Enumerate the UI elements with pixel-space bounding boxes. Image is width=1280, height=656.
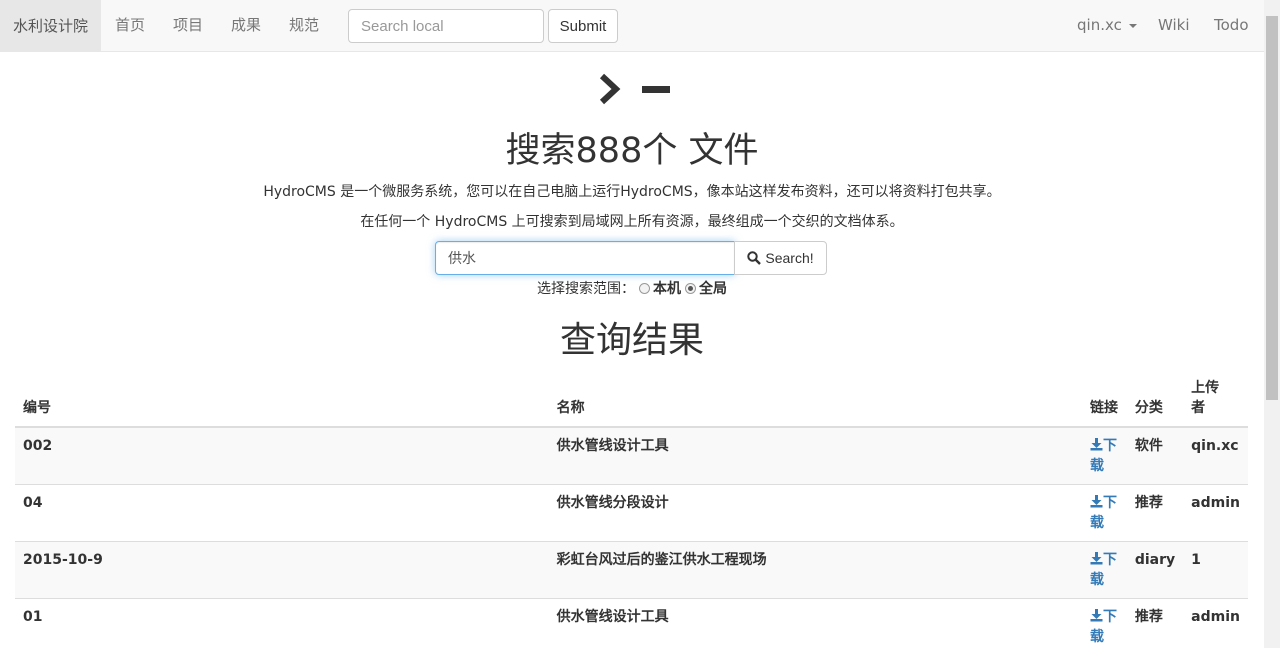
header-id: 编号 [15,378,549,428]
nav-link-projects[interactable]: 项目 [173,0,203,51]
row-category: 推荐 [1126,484,1184,542]
caret-down-icon [1128,23,1137,28]
user-name: qin.xc [1077,16,1122,34]
download-link[interactable]: 下载 [1090,438,1117,474]
row-id: 2015-10-9 [15,541,549,599]
table-row: 01 供水管线设计工具 下载 推荐 admin [15,598,1248,656]
header-name: 名称 [548,378,1082,428]
scope-global-label: 全局 [699,281,727,297]
download-link[interactable]: 下载 [1090,609,1117,645]
download-label-1: 下 [1103,438,1117,454]
brand-link[interactable]: 水利设计院 [0,0,101,51]
download-label-2: 载 [1090,458,1104,474]
row-name: 彩虹台风过后的鉴江供水工程现场 [548,541,1082,599]
user-menu-dropdown[interactable]: qin.xc [1077,0,1137,51]
scope-label: 选择搜索范围： [537,281,635,297]
table-row: 002 供水管线设计工具 下载 软件 qin.xc [15,426,1248,485]
table-row: 2015-10-9 彩虹台风过后的鉴江供水工程现场 下载 diary 1 [15,541,1248,599]
submit-button[interactable]: Submit [548,9,618,43]
terminal-icon [599,73,670,105]
header-category: 分类 [1126,378,1184,428]
download-label-1: 下 [1103,495,1117,511]
results-title: 查询结果 [559,320,704,361]
download-label-1: 下 [1103,609,1117,625]
row-link-cell: 下载 [1082,541,1127,599]
header-uploader-line-1: 上传 [1191,380,1220,396]
row-uploader: admin [1183,484,1248,542]
nav-link-results[interactable]: 成果 [231,0,261,51]
download-label-2: 载 [1090,515,1104,531]
hero-search-input[interactable] [435,241,735,275]
download-icon [1090,609,1103,622]
row-name: 供水管线分段设计 [548,484,1082,542]
table-row: 04 供水管线分段设计 下载 推荐 admin [15,484,1248,542]
nav-link-wiki[interactable]: Wiki [1158,0,1190,51]
hero-description-2: 在任何一个 HydroCMS 上可搜索到局域网上所有资源，最终组成一个交织的文档… [360,214,904,230]
download-label-1: 下 [1103,552,1117,568]
row-link-cell: 下载 [1082,426,1127,485]
download-link[interactable]: 下载 [1090,495,1117,531]
scope-selector: 选择搜索范围： 本机 全局 [0,278,1264,298]
row-category: diary [1126,541,1184,599]
row-uploader: 1 [1183,541,1248,599]
hero-description: HydroCMS 是一个微服务系统，您可以在自己电脑上运行HydroCMS，像本… [263,184,1001,200]
header-uploader: 上传者 [1183,378,1248,428]
table-header-row: 编号 名称 链接 分类 上传者 [15,378,1248,428]
scope-global-radio[interactable] [685,283,696,294]
row-id: 002 [15,426,549,485]
scope-local-label: 本机 [653,281,681,297]
row-uploader: admin [1183,598,1248,656]
search-local-input[interactable] [348,9,544,43]
row-category: 软件 [1126,426,1184,485]
row-id: 01 [15,598,549,656]
results-table: 编号 名称 链接 分类 上传者 002 供水管线设计工具 下载 软件 qin.x… [15,378,1248,656]
row-uploader: qin.xc [1183,426,1248,485]
header-uploader-line-2: 者 [1191,400,1206,416]
download-icon [1090,495,1103,508]
row-link-cell: 下载 [1082,484,1127,542]
hero-title: 搜索888个 文件 [505,131,759,171]
search-icon [747,251,762,265]
download-icon [1090,438,1103,451]
nav-link-home[interactable]: 首页 [115,0,145,51]
download-label-2: 载 [1090,629,1104,645]
download-link[interactable]: 下载 [1090,552,1117,588]
hero-search-button[interactable]: Search! [734,241,827,275]
row-name: 供水管线设计工具 [548,598,1082,656]
download-icon [1090,552,1103,565]
row-link-cell: 下载 [1082,598,1127,656]
row-category: 推荐 [1126,598,1184,656]
nav-link-todo[interactable]: Todo [1214,0,1249,51]
download-label-2: 载 [1090,572,1104,588]
navbar: 水利设计院 首页 项目 成果 规范 Submit qin.xc Wiki Tod… [0,0,1264,52]
hero-search-button-label: Search! [765,250,814,266]
scope-local-radio[interactable] [639,283,650,294]
row-id: 04 [15,484,549,542]
header-link: 链接 [1082,378,1127,428]
nav-link-standards[interactable]: 规范 [289,0,319,51]
scrollbar-thumb[interactable] [1266,16,1278,400]
row-name: 供水管线设计工具 [548,426,1082,485]
